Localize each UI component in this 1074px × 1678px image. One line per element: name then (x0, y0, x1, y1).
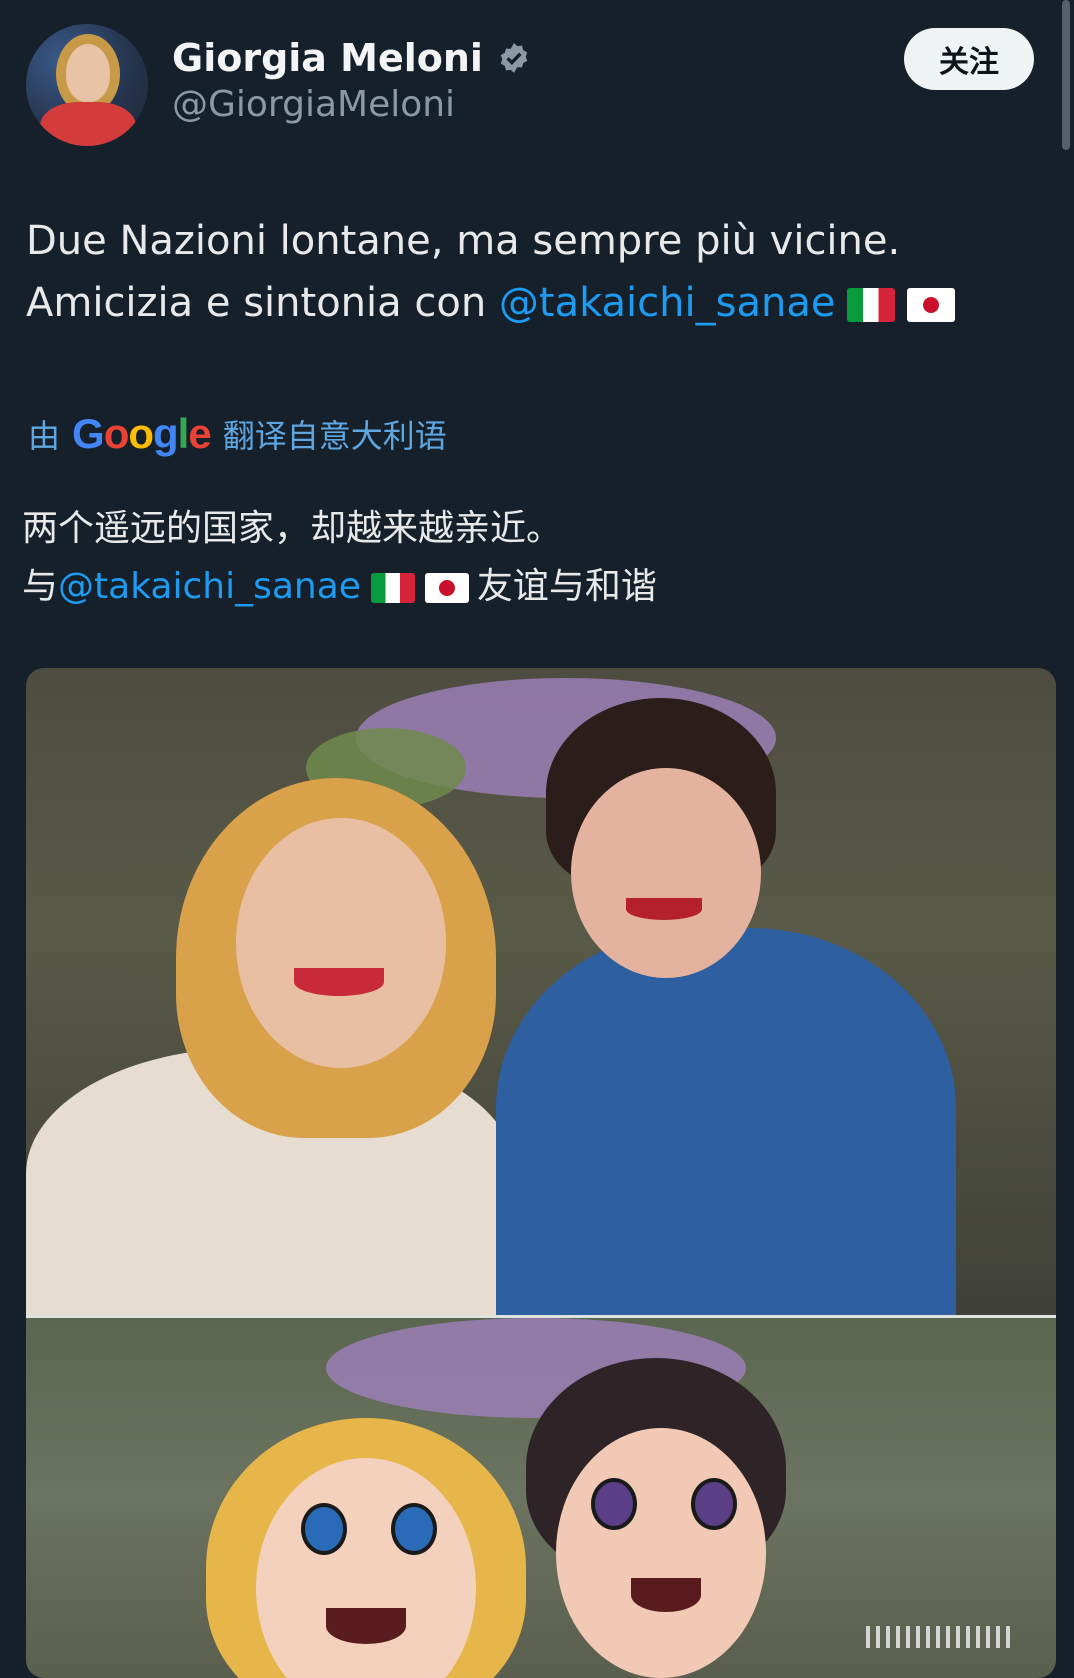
tweet-line-2-prefix: Amicizia e sintonia con (26, 280, 499, 326)
tweet-line-2: Amicizia e sintonia con @takaichi_sanae (26, 272, 956, 334)
translate-by: 由 (28, 417, 61, 455)
verified-badge-icon (500, 43, 528, 73)
tweet-line-1: Due Nazioni lontane, ma sempre più vicin… (26, 218, 901, 264)
google-logo: Google (72, 410, 212, 457)
photo-real[interactable] (26, 668, 1056, 1328)
flag-japan-icon (424, 573, 469, 603)
translated-mention-link[interactable]: @takaichi_sanae (58, 566, 361, 607)
flag-italy-icon (370, 573, 415, 603)
author-handle[interactable]: @GiorgiaMeloni (172, 84, 455, 125)
avatar[interactable] (26, 24, 148, 146)
tweet-header: Giorgia Meloni @GiorgiaMeloni 关注 (26, 24, 1034, 154)
tweet-media[interactable] (26, 668, 1056, 1678)
translated-line-2-prefix: 与 (22, 566, 59, 607)
flag-japan-icon (907, 288, 956, 322)
translated-line-2-suffix: 友谊与和谐 (476, 566, 657, 607)
author-name-row[interactable]: Giorgia Meloni (172, 36, 531, 80)
flag-italy-icon (847, 288, 896, 322)
tweet-text: Due Nazioni lontane, ma sempre più vicin… (26, 210, 956, 334)
follow-button[interactable]: 关注 (904, 28, 1034, 90)
scrollbar[interactable] (1062, 0, 1070, 150)
translate-link[interactable]: 由 Google 翻译自意大利语 (28, 410, 447, 458)
translated-line-2: 与@takaichi_sanae 友谊与和谐 (22, 558, 657, 616)
translated-text: 两个遥远的国家，却越来越亲近。 与@takaichi_sanae 友谊与和谐 (22, 500, 657, 616)
photo-anime[interactable] (26, 1318, 1056, 1678)
translated-line-1: 两个遥远的国家，却越来越亲近。 (22, 508, 563, 549)
mention-link[interactable]: @takaichi_sanae (499, 280, 836, 326)
author-name[interactable]: Giorgia Meloni (172, 36, 483, 80)
translate-label: 翻译自意大利语 (222, 417, 447, 455)
watermark (866, 1626, 1016, 1648)
